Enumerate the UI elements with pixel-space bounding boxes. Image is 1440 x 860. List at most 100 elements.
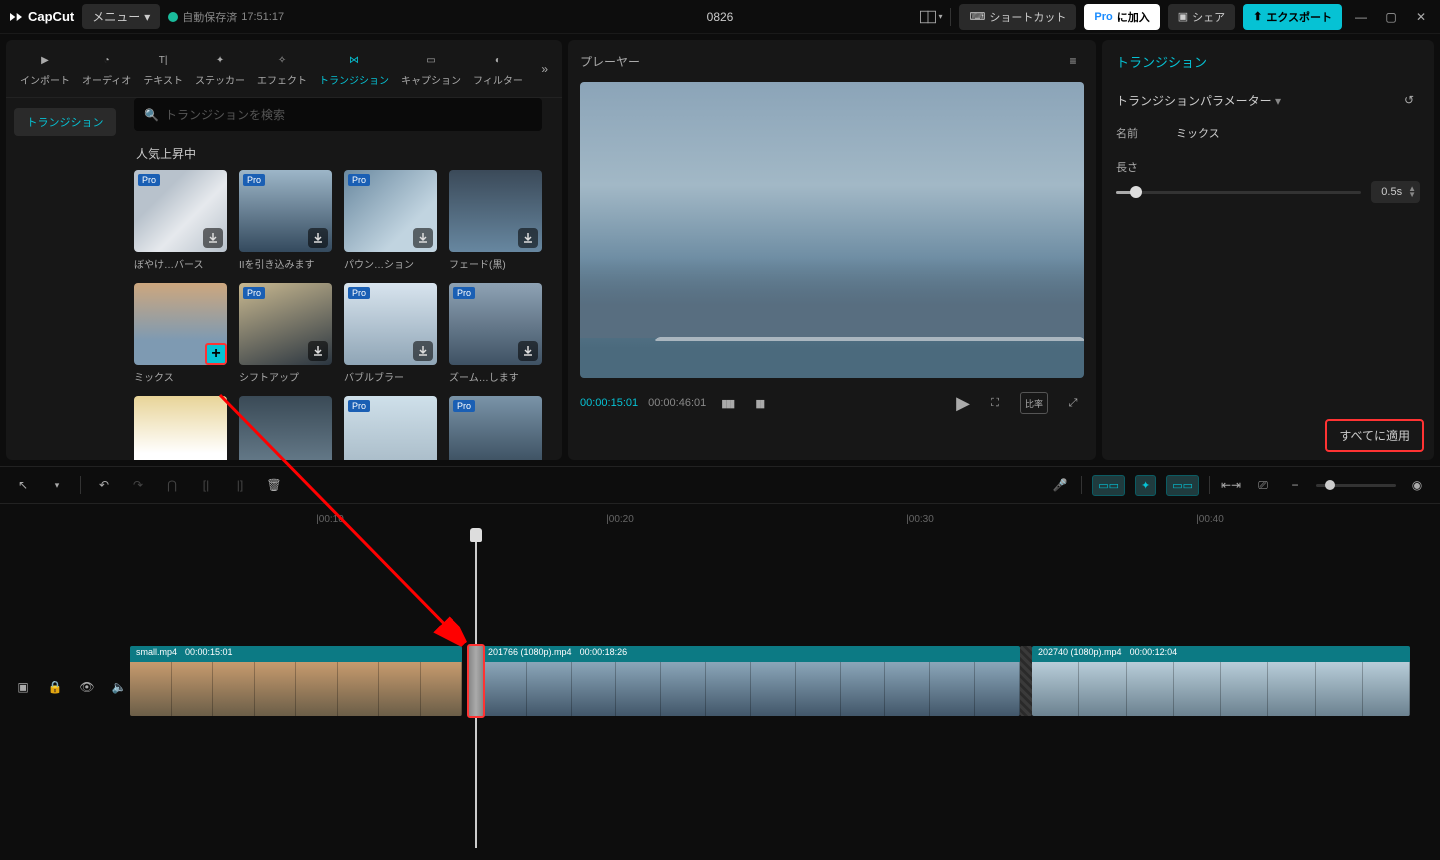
tab-sticker[interactable]: ✦ステッカー xyxy=(189,46,251,91)
transition-item[interactable]: Pro xyxy=(449,396,542,460)
add-transition-button[interactable]: + xyxy=(205,343,227,365)
project-title[interactable]: 0826 xyxy=(707,10,734,24)
length-input[interactable]: 0.5s ▲▼ xyxy=(1371,181,1420,203)
pro-join-button[interactable]: Proに加入 xyxy=(1084,4,1159,30)
tab-effect[interactable]: ✧エフェクト xyxy=(251,46,313,91)
play-button[interactable]: ▶ xyxy=(952,392,974,414)
lock-icon[interactable]: 🔒 xyxy=(44,676,66,698)
redo-button[interactable]: ↷ xyxy=(127,474,149,496)
zoom-out-icon[interactable]: − xyxy=(1284,474,1306,496)
tab-caption[interactable]: ▭キャプション xyxy=(395,46,467,91)
download-icon[interactable] xyxy=(308,228,328,248)
reset-icon[interactable]: ↺ xyxy=(1398,89,1420,111)
clip[interactable]: small.mp400:00:15:01 xyxy=(130,646,462,716)
columns2-icon[interactable]: ▮▮ xyxy=(748,392,770,414)
columns-icon[interactable]: ▮▮▮ xyxy=(716,392,738,414)
tab-text[interactable]: T|テキスト xyxy=(137,46,189,91)
tool-dropdown-icon[interactable]: ▾ xyxy=(46,474,68,496)
tab-audio[interactable]: ◔オーディオ xyxy=(76,46,137,91)
section-title: 人気上昇中 xyxy=(136,145,552,162)
ruler[interactable]: |00:10|00:20|00:30|00:40 xyxy=(0,504,1440,528)
sidebar-item-transition[interactable]: トランジション xyxy=(14,108,116,136)
ratio-button[interactable]: 比率 xyxy=(1020,392,1048,414)
download-icon[interactable] xyxy=(308,341,328,361)
maximize-button[interactable]: ▢ xyxy=(1380,6,1402,28)
cursor-tool-icon[interactable]: ↖ xyxy=(12,474,34,496)
collapse-icon[interactable]: ▣ xyxy=(12,676,34,698)
snap1-icon[interactable]: ▭▭ xyxy=(1092,475,1125,496)
fullscreen-icon[interactable]: ⤢ xyxy=(1062,392,1084,414)
align-icon[interactable]: ⇤⇥ xyxy=(1220,474,1242,496)
clip[interactable]: 202740 (1080p).mp400:00:12:04 xyxy=(1032,646,1410,716)
menu-button[interactable]: メニュー ▾ xyxy=(82,4,160,29)
download-icon[interactable] xyxy=(413,228,433,248)
tab-import[interactable]: ▶インポート xyxy=(14,46,76,91)
transition-item[interactable]: ProIIを引き込みます xyxy=(239,170,332,271)
trim-right-icon[interactable]: |] xyxy=(229,474,251,496)
app-logo: CapCut xyxy=(8,9,74,25)
snap3-icon[interactable]: ▭▭ xyxy=(1166,475,1199,496)
apply-all-button[interactable]: すべてに適用 xyxy=(1325,419,1424,452)
mic-icon[interactable]: 🎤 xyxy=(1049,474,1071,496)
share-button[interactable]: ▣ シェア xyxy=(1168,4,1235,30)
minimize-button[interactable]: — xyxy=(1350,6,1372,28)
step-down-icon[interactable]: ▼ xyxy=(1408,192,1416,198)
mute-icon[interactable]: 🔈 xyxy=(108,676,130,698)
pro-badge: Pro xyxy=(348,174,370,186)
ruler-mark: |00:20 xyxy=(606,514,634,525)
transition-label: シフトアップ xyxy=(239,369,332,384)
transition-label: バブルブラー xyxy=(344,369,437,384)
inspector-title: トランジション xyxy=(1102,40,1434,83)
search-input[interactable]: 🔍 トランジションを検索 xyxy=(134,98,542,131)
check-icon xyxy=(168,12,178,22)
clip[interactable]: 201766 (1080p).mp400:00:18:26 xyxy=(482,646,1020,716)
transition-item[interactable]: Proぼやけ…バース xyxy=(134,170,227,271)
tab-filter[interactable]: ◐フィルター xyxy=(467,46,529,91)
download-icon[interactable] xyxy=(203,228,223,248)
transition-item[interactable]: Proバブルブラー xyxy=(344,283,437,384)
logo-icon xyxy=(8,9,24,25)
pro-badge: Pro xyxy=(453,400,475,412)
current-time: 00:00:15:01 xyxy=(580,397,638,409)
autoscroll-icon[interactable]: ⎚ xyxy=(1252,474,1274,496)
filter-icon: ◐ xyxy=(488,50,508,70)
player-menu-icon[interactable]: ≡ xyxy=(1062,50,1084,72)
snap2-icon[interactable]: ✦ xyxy=(1135,475,1156,496)
pro-badge: Pro xyxy=(348,400,370,412)
shortcut-button[interactable]: ⌨ ショートカット xyxy=(959,4,1076,30)
player-canvas[interactable] xyxy=(580,82,1084,378)
split-icon[interactable]: ⋂ xyxy=(161,474,183,496)
layout-icon[interactable]: ▾ xyxy=(920,6,942,28)
transition-icon: ⋈ xyxy=(344,50,364,70)
transition-item[interactable]: Proズーム…します xyxy=(449,283,542,384)
timeline[interactable]: |00:10|00:20|00:30|00:40 ▣ 🔒 👁 🔈 ⋯ small… xyxy=(0,504,1440,848)
record-icon[interactable]: ◉ xyxy=(1406,474,1428,496)
transition-item[interactable] xyxy=(134,396,227,460)
trim-left-icon[interactable]: [| xyxy=(195,474,217,496)
transition-item[interactable]: フェード(黒) xyxy=(449,170,542,271)
download-icon[interactable] xyxy=(518,341,538,361)
inspector-panel: トランジション トランジションパラメーター ▾ ↺ 名前 ミックス 長さ 0.5… xyxy=(1102,40,1434,460)
name-label: 名前 xyxy=(1116,125,1156,141)
tab-transition[interactable]: ⋈トランジション xyxy=(313,46,395,91)
download-icon[interactable] xyxy=(413,341,433,361)
delete-icon[interactable]: 🗑 xyxy=(263,474,285,496)
pro-badge: Pro xyxy=(243,287,265,299)
transition-handle[interactable] xyxy=(467,644,485,718)
export-button[interactable]: ⬆ エクスポート xyxy=(1243,4,1342,30)
eye-icon[interactable]: 👁 xyxy=(76,676,98,698)
autosave-status: 自動保存済 17:51:17 xyxy=(168,9,284,25)
transition-item[interactable]: Pro xyxy=(344,396,437,460)
close-button[interactable]: ✕ xyxy=(1410,6,1432,28)
undo-button[interactable]: ↶ xyxy=(93,474,115,496)
transition-item[interactable]: Proパウン…ション xyxy=(344,170,437,271)
clip-duration: 00:00:12:04 xyxy=(1130,647,1178,661)
transition-item[interactable] xyxy=(239,396,332,460)
transition-item[interactable]: +ミックス xyxy=(134,283,227,384)
focus-icon[interactable]: ⛶ xyxy=(984,392,1006,414)
download-icon[interactable] xyxy=(518,228,538,248)
length-slider[interactable] xyxy=(1116,191,1361,194)
transition-item[interactable]: Pro シフトアップ xyxy=(239,283,332,384)
zoom-slider[interactable] xyxy=(1316,484,1396,487)
more-tabs-icon[interactable]: » xyxy=(535,56,554,82)
